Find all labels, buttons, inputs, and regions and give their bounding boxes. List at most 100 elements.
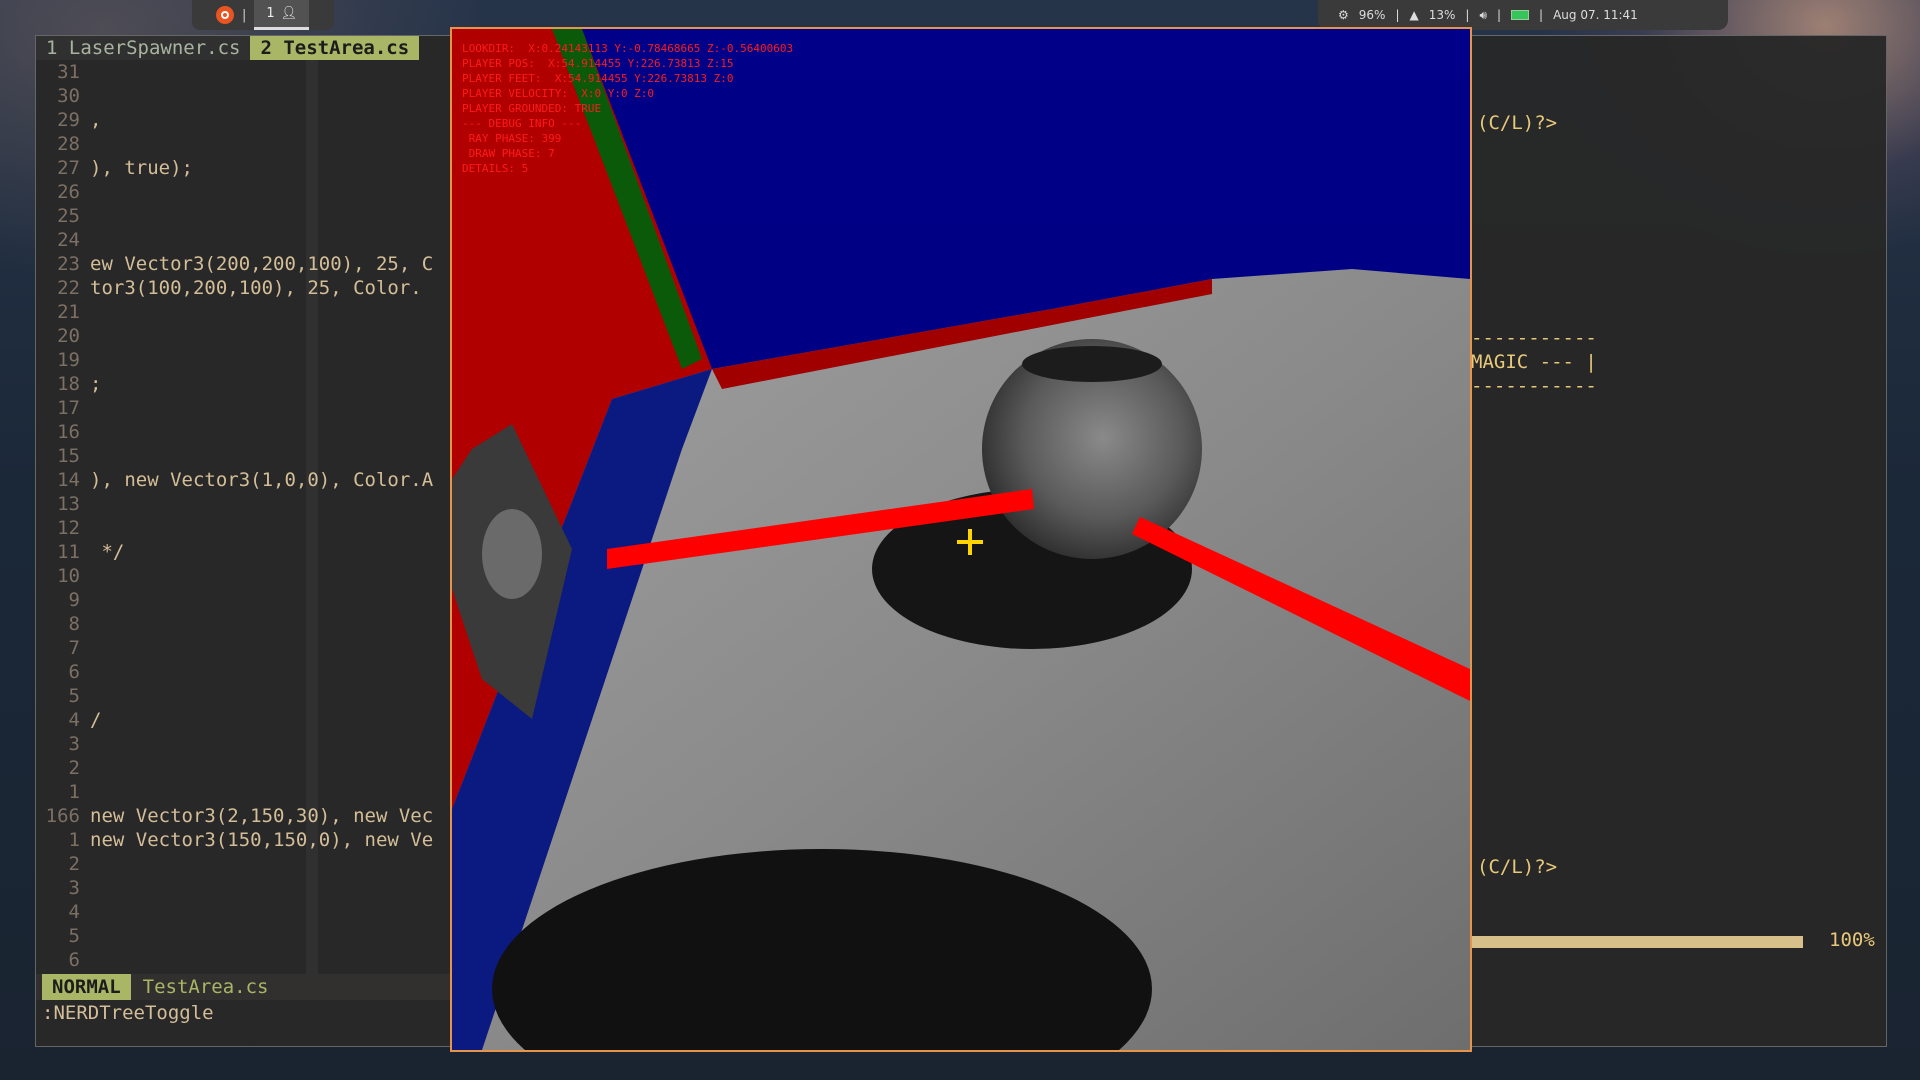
workspace-tab-1[interactable]: 1 👤︎ xyxy=(254,0,310,30)
line-number: 25 xyxy=(57,205,80,227)
code-line[interactable]: 29, xyxy=(36,108,101,132)
line-number: 27 xyxy=(57,157,80,179)
progress-bar xyxy=(1471,936,1803,948)
line-number: 13 xyxy=(57,493,80,515)
volume-icon[interactable]: 🔊︎ xyxy=(1479,8,1487,23)
debug-line: RAY PHASE: 399 xyxy=(462,132,562,145)
code-line[interactable]: 10 xyxy=(36,564,90,588)
code-line[interactable]: 4/ xyxy=(36,708,102,732)
line-number: 2 xyxy=(68,757,80,779)
line-number: 166 xyxy=(45,805,80,827)
line-number: 30 xyxy=(57,85,80,107)
line-number: 18 xyxy=(57,373,80,395)
banner-rule: ----------- xyxy=(1471,375,1597,397)
user-icon: 👤︎ xyxy=(280,6,298,21)
code-line[interactable]: 21 xyxy=(36,300,90,324)
mode-indicator: NORMAL xyxy=(42,974,131,1000)
code-line[interactable]: 20 xyxy=(36,324,90,348)
code-line[interactable]: 27), true); xyxy=(36,156,193,180)
code-line[interactable]: 6 xyxy=(36,660,90,684)
battery-icon xyxy=(1511,10,1530,20)
code-line[interactable]: 3 xyxy=(36,732,90,756)
status-bar: ⚙ 96% | ▲ 13% | 🔊︎ | | Aug 07. 11:41 xyxy=(1318,0,1728,30)
command-line[interactable]: :NERDTreeToggle xyxy=(42,1002,214,1024)
code-line[interactable]: 3 xyxy=(36,876,90,900)
code-line[interactable]: 11 */ xyxy=(36,540,124,564)
line-number: 14 xyxy=(57,469,80,491)
tabline: 1 LaserSpawner.cs 2 TestArea.cs xyxy=(36,36,420,60)
code-text: tor3(100,200,100), 25, Color. xyxy=(90,277,422,299)
code-line[interactable]: 22 tor3(100,200,100), 25, Color. xyxy=(36,276,422,300)
debug-line: --- DEBUG INFO --- xyxy=(462,117,582,130)
line-number: 19 xyxy=(57,349,80,371)
line-number: 17 xyxy=(57,397,80,419)
code-line[interactable]: 30 xyxy=(36,84,90,108)
emitter-lens xyxy=(482,509,542,599)
code-text: , xyxy=(90,109,102,131)
code-line[interactable]: 18; xyxy=(36,372,101,396)
line-number: 26 xyxy=(57,181,80,203)
code-line[interactable]: 1 xyxy=(36,780,90,804)
ubuntu-icon[interactable] xyxy=(216,6,234,24)
code-text: ew Vector3(200,200,100), 25, C xyxy=(90,253,434,275)
line-number: 15 xyxy=(57,445,80,467)
code-line[interactable]: 25 xyxy=(36,204,90,228)
code-line[interactable]: 19 xyxy=(36,348,90,372)
line-number: 9 xyxy=(68,589,80,611)
separator: | xyxy=(1395,8,1400,22)
line-number: 5 xyxy=(68,925,80,947)
tab-testarea[interactable]: 2 TestArea.cs xyxy=(250,36,420,60)
prompt-text: (C/L)?> xyxy=(1477,856,1558,878)
code-line[interactable]: 17 xyxy=(36,396,90,420)
tab-laserspawner[interactable]: 1 LaserSpawner.cs xyxy=(36,36,251,60)
progress-percent: 100% xyxy=(1829,929,1875,951)
code-text: ), new Vector3(1,0,0), Color.A xyxy=(90,469,434,491)
code-line[interactable]: 24 xyxy=(36,228,90,252)
line-number: 3 xyxy=(68,877,80,899)
code-text: */ xyxy=(90,541,125,563)
code-line[interactable]: 28 xyxy=(36,132,90,156)
code-line[interactable]: 26 xyxy=(36,180,90,204)
code-line[interactable]: 13 xyxy=(36,492,90,516)
disk-icon: ▲ xyxy=(1409,8,1419,22)
line-number: 8 xyxy=(68,613,80,635)
code-line[interactable]: 2 xyxy=(36,756,90,780)
line-number: 10 xyxy=(57,565,80,587)
code-line[interactable]: 14 ), new Vector3(1,0,0), Color.A xyxy=(36,468,433,492)
code-line[interactable]: 15 xyxy=(36,444,90,468)
debug-line: DRAW PHASE: 7 xyxy=(462,147,555,160)
code-line[interactable]: 23 ew Vector3(200,200,100), 25, C xyxy=(36,252,433,276)
code-line[interactable]: 16 xyxy=(36,420,90,444)
code-text: new Vector3(150,150,0), new Ve xyxy=(90,829,434,851)
debug-line: LOOKDIR: X:0.24143113 Y:-0.78468665 Z:-0… xyxy=(462,42,794,55)
code-line[interactable]: 2 xyxy=(36,852,90,876)
line-number: 7 xyxy=(68,637,80,659)
code-line[interactable]: 5 xyxy=(36,924,90,948)
datetime: Aug 07. 11:41 xyxy=(1553,8,1638,22)
vim-editor-window[interactable]: 1 LaserSpawner.cs 2 TestArea.cs 31 30 29, 2… xyxy=(35,35,452,1047)
line-number: 28 xyxy=(57,133,80,155)
code-line[interactable]: 4 xyxy=(36,900,90,924)
sphere-hole xyxy=(1022,346,1162,382)
code-line[interactable]: 31 xyxy=(36,60,90,84)
workspace-label: 1 xyxy=(266,6,275,21)
code-line[interactable]: 12 xyxy=(36,516,90,540)
workspace-bar: | 1 👤︎ xyxy=(192,0,334,30)
code-line[interactable]: 8 xyxy=(36,612,90,636)
code-line[interactable]: 1 new Vector3(150,150,0), new Ve xyxy=(36,828,434,852)
code-text: ; xyxy=(90,373,102,395)
statusline: NORMAL TestArea.cs xyxy=(36,974,451,1000)
code-line[interactable]: 7 xyxy=(36,636,90,660)
code-line[interactable]: 9 xyxy=(36,588,90,612)
banner-text: MAGIC --- | xyxy=(1471,351,1597,373)
debug-line: PLAYER POS: X:54.914455 Y:226.73813 Z:15 xyxy=(462,57,734,70)
code-line[interactable]: 166 new Vector3(2,150,30), new Vec xyxy=(36,804,434,828)
line-number: 5 xyxy=(68,685,80,707)
code-line[interactable]: 6 xyxy=(36,948,90,972)
code-line[interactable]: 5 xyxy=(36,684,90,708)
separator: | xyxy=(242,7,247,23)
line-number: 1 xyxy=(68,781,80,803)
game-viewport[interactable]: LOOKDIR: X:0.24143113 Y:-0.78468665 Z:-0… xyxy=(450,27,1472,1052)
line-number: 22 xyxy=(57,277,80,299)
terminal-window[interactable]: (C/L)?> ----------- MAGIC --- | --------… xyxy=(1470,35,1887,1047)
